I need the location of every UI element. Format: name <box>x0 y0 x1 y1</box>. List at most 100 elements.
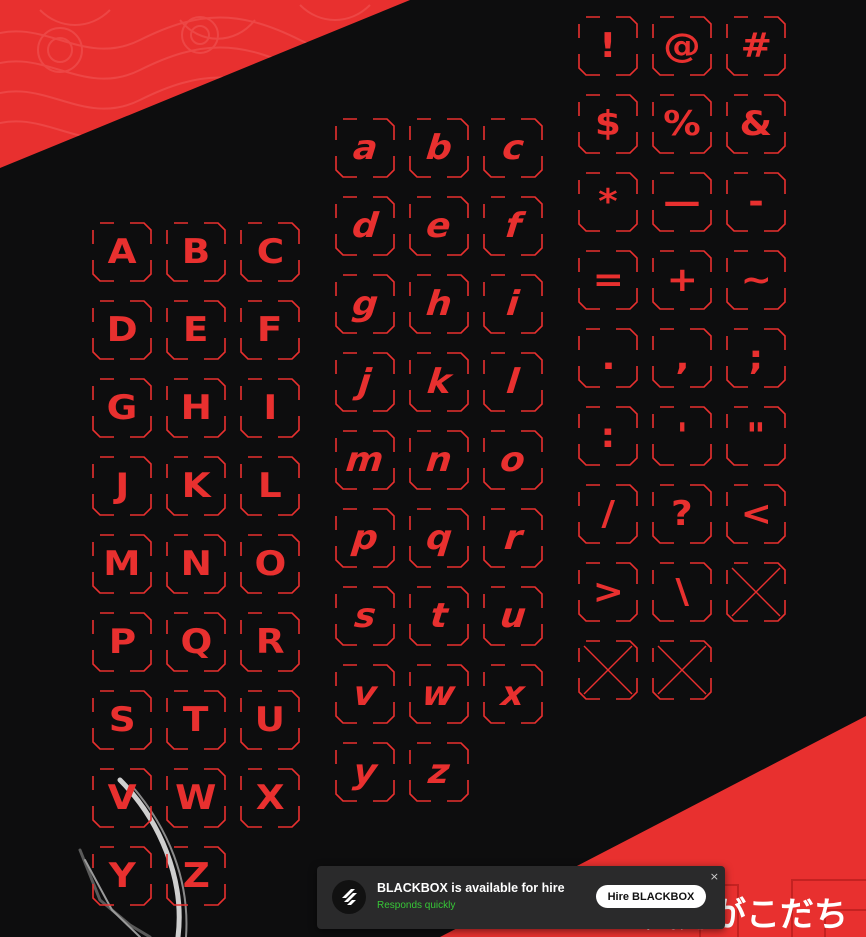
glyph-char: q <box>424 518 454 558</box>
glyph-tile: . <box>578 328 638 388</box>
glyph-char: C <box>256 232 284 272</box>
glyph-tile: = <box>578 250 638 310</box>
glyph-tile: J <box>92 456 152 516</box>
glyph-tile: r <box>483 508 543 568</box>
glyph-tile: f <box>483 196 543 256</box>
glyph-tile: # <box>726 16 786 76</box>
glyph-tile: * <box>578 172 638 232</box>
glyph-tile: N <box>166 534 226 594</box>
glyph-char: Y <box>108 856 136 896</box>
glyph-tile: k <box>409 352 469 412</box>
glyph-char: T <box>183 700 209 740</box>
cross-icon <box>731 567 781 617</box>
glyph-tile: b <box>409 118 469 178</box>
lowercase-glyph-grid: a b c d e f g hi jkl mn o p q r s t u v w x y z <box>335 118 543 802</box>
glyph-tile: O <box>240 534 300 594</box>
glyph-char: % <box>663 104 701 144</box>
glyph-tile: t <box>409 586 469 646</box>
glyph-tile: R <box>240 612 300 672</box>
glyph-tile: i <box>483 274 543 334</box>
glyph-tile: c <box>483 118 543 178</box>
glyph-char: Q <box>180 622 212 662</box>
glyph-char: t <box>428 596 450 636</box>
glyph-tile: - <box>726 172 786 232</box>
glyph-tile: < <box>726 484 786 544</box>
glyph-char: # <box>740 26 772 66</box>
glyph-char: d <box>350 206 380 246</box>
glyph-char: X <box>255 778 285 818</box>
glyph-char: r <box>502 518 524 558</box>
glyph-char: ! <box>599 26 617 66</box>
glyph-char: M <box>103 544 141 584</box>
glyph-tile: H <box>166 378 226 438</box>
glyph-char: P <box>108 622 136 662</box>
glyph-char: o <box>498 440 528 480</box>
glyph-tile: ? <box>652 484 712 544</box>
glyph-char: " <box>746 416 766 456</box>
glyph-char: K <box>181 466 211 506</box>
glyph-char: , <box>674 338 690 378</box>
blackbox-logo-icon <box>332 880 366 914</box>
glyph-char: W <box>175 778 217 818</box>
glyph-tile: e <box>409 196 469 256</box>
glyph-tile: j <box>335 352 395 412</box>
cross-icon <box>657 645 707 695</box>
glyph-char: a <box>350 128 380 168</box>
glyph-char: < <box>740 494 772 534</box>
glyph-tile <box>652 640 712 700</box>
close-icon[interactable]: × <box>710 870 719 883</box>
glyph-tile: h <box>409 274 469 334</box>
glyph-tile: M <box>92 534 152 594</box>
glyph-char: w <box>420 674 458 714</box>
glyph-tile: \ <box>652 562 712 622</box>
glyph-tile: ' <box>652 406 712 466</box>
hire-button[interactable]: Hire BLACKBOX <box>596 885 706 908</box>
glyph-char: A <box>107 232 137 272</box>
glyph-char: — <box>663 182 701 222</box>
glyph-char: * <box>598 182 618 222</box>
glyph-char: E <box>183 310 209 350</box>
glyph-tile: + <box>652 250 712 310</box>
glyph-char: N <box>180 544 212 584</box>
glyph-char: H <box>180 388 212 428</box>
glyph-char: J <box>115 466 129 506</box>
glyph-tile: q <box>409 508 469 568</box>
glyph-tile: @ <box>652 16 712 76</box>
glyph-char: ? <box>671 494 693 534</box>
glyph-char: = <box>592 260 624 300</box>
glyph-tile: z <box>409 742 469 802</box>
glyph-tile: u <box>483 586 543 646</box>
glyph-char: c <box>500 128 526 168</box>
glyph-tile: % <box>652 94 712 154</box>
glyph-tile: > <box>578 562 638 622</box>
glyph-tile: K <box>166 456 226 516</box>
glyph-char: n <box>424 440 454 480</box>
glyph-char: F <box>257 310 283 350</box>
glyph-tile: X <box>240 768 300 828</box>
glyph-char: O <box>254 544 286 584</box>
glyph-char: u <box>498 596 528 636</box>
glyph-tile: & <box>726 94 786 154</box>
glyph-tile: ; <box>726 328 786 388</box>
cross-icon <box>583 645 633 695</box>
glyph-tile: " <box>726 406 786 466</box>
glyph-char: s <box>352 596 378 636</box>
glyph-tile: v <box>335 664 395 724</box>
hire-card-subtitle: Responds quickly <box>377 900 456 911</box>
glyph-tile: l <box>483 352 543 412</box>
glyph-tile: o <box>483 430 543 490</box>
glyph-tile: x <box>483 664 543 724</box>
glyph-tile: Z <box>166 846 226 906</box>
glyph-tile: W <box>166 768 226 828</box>
glyph-char: I <box>263 388 277 428</box>
glyph-tile: w <box>409 664 469 724</box>
glyph-tile: F <box>240 300 300 360</box>
glyph-char: b <box>424 128 454 168</box>
glyph-tile: P <box>92 612 152 672</box>
glyph-char: x <box>499 674 527 714</box>
glyph-tile: : <box>578 406 638 466</box>
glyph-tile <box>726 562 786 622</box>
glyph-char: + <box>666 260 698 300</box>
glyph-char: > <box>592 572 624 612</box>
glyph-char: f <box>503 206 523 246</box>
